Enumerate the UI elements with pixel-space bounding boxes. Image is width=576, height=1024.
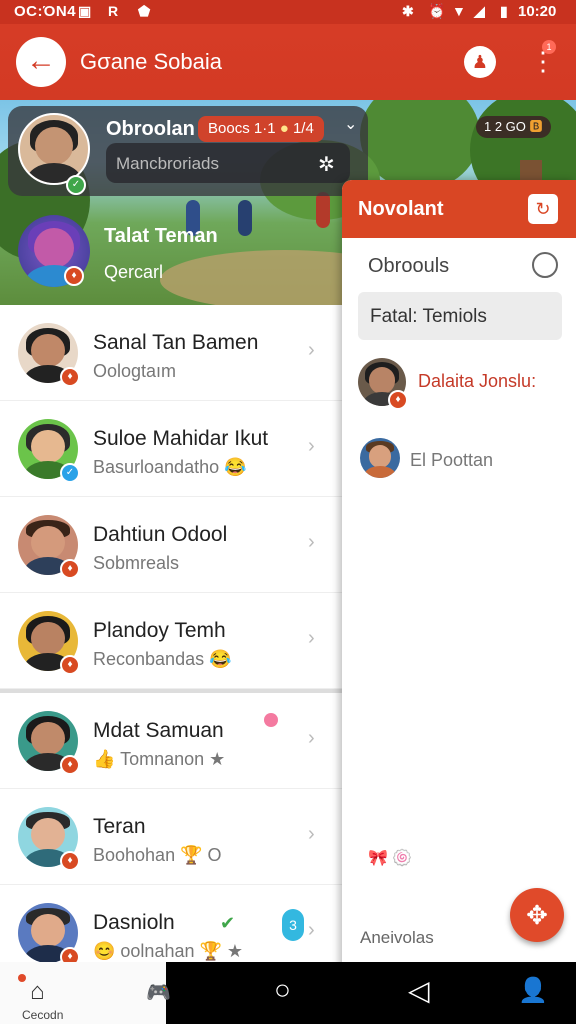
featured-chat-pill[interactable]: Boocs 1·1 ● 1/4	[198, 116, 324, 142]
search-result-2[interactable]: El Poottan	[410, 450, 493, 471]
game-badge-icon: ♦	[64, 266, 84, 286]
featured-chat-name: Obroolan	[106, 118, 195, 140]
game-badge-icon: ♦	[60, 755, 80, 775]
chevron-right-icon: ›	[308, 823, 315, 845]
bluetooth-icon: ✱	[402, 3, 414, 19]
game-badge-icon: ♦	[388, 390, 408, 410]
home-tab-label: Cecodn	[22, 1008, 64, 1022]
home-circle-icon[interactable]: ○	[274, 974, 291, 1006]
unread-dot	[264, 713, 278, 727]
wifi-icon: ▼	[452, 3, 466, 19]
game-badge-icon: ♦	[60, 367, 80, 387]
chevron-right-icon: ›	[308, 339, 315, 361]
game-badge-icon: ♦	[60, 655, 80, 675]
contact-name: Teran	[93, 815, 146, 838]
contact-status: 😊 oolnahan 🏆 ★	[93, 941, 244, 961]
message-input-text: Mancbroriads	[116, 154, 219, 173]
menu-button[interactable]: ⋮ 1	[530, 40, 556, 82]
notification-dot	[18, 974, 26, 982]
list-item[interactable]: ♦ Sanal Tan Bamen Oologtaım ›	[0, 305, 342, 401]
back-button[interactable]: ←	[16, 37, 66, 87]
contact-status: Sobmreals	[93, 553, 180, 573]
chevron-down-icon[interactable]: ⌄	[344, 114, 357, 134]
notification-badge: 1	[542, 40, 556, 54]
online-check-icon: ✓	[66, 175, 86, 195]
tab-friends[interactable]: Obroouls	[368, 255, 449, 278]
verified-icon: ✓	[60, 463, 80, 483]
list-item[interactable]: ♦ Mdat Samuan 👍 Tomnanon ★ ›	[0, 693, 342, 789]
chevron-right-icon: ›	[308, 919, 315, 941]
contact-name: Mdat Samuan	[93, 719, 224, 742]
contact-name: Sanal Tan Bamen	[93, 331, 259, 354]
alarm-icon: ⏰	[428, 3, 446, 19]
side-panel-footer[interactable]: Aneivolas	[360, 928, 434, 948]
chevron-right-icon: ›	[308, 627, 315, 649]
game-badge-icon: ♦	[60, 851, 80, 871]
side-panel: Novolant ↻ Obroouls Fatal: Temiols ♦ Dal…	[342, 180, 576, 970]
search-result-1[interactable]: Dalaita Jonslu:	[418, 371, 536, 392]
refresh-icon[interactable]: ↻	[528, 194, 558, 224]
status-left-text: OC:ΌΝ4	[14, 3, 77, 20]
status-time: 10:20	[518, 3, 557, 20]
contact-status: Reconbandas 😂	[93, 649, 232, 669]
search-input-value: Fatal: Temiols	[370, 306, 487, 327]
list-item[interactable]: ♦ Teran Boohohan 🏆 O ›	[0, 789, 342, 885]
robot-icon[interactable]: ♟	[464, 46, 496, 78]
profile-icon[interactable]: 👤	[518, 976, 548, 1005]
side-panel-header: Novolant ↻	[342, 180, 576, 238]
avatar	[18, 113, 90, 185]
chevron-right-icon: ›	[308, 435, 315, 457]
status-bar: OC:ΌΝ4 ▣ R ⬟ ✱ ⏰ ▼ ◢ ▮ 10:20	[0, 0, 576, 24]
list-item[interactable]: ✓ Suloe Mahidar Ikut Basurloandatho 😂 ›	[0, 401, 342, 497]
contact-name: Plandoy Temh	[93, 619, 226, 642]
contact-status: 👍 Tomnanon ★	[93, 749, 226, 769]
featured-chat-2-sub: Qercarl	[104, 262, 164, 282]
contact-status: Basurloandatho 😂	[93, 457, 247, 477]
contact-name: Suloe Mahidar Ikut	[93, 427, 269, 450]
signal-icon: ◢	[474, 3, 485, 19]
list-item[interactable]: ♦ Dahtiun Odool Sobmreals ›	[0, 497, 342, 593]
app-bar: ← Gσane Sobaia ♟ ⋮ 1	[0, 24, 576, 100]
side-panel-title: Novolant	[358, 198, 444, 220]
fab-button[interactable]: ✥	[510, 888, 564, 942]
back-triangle-icon[interactable]: ◁	[408, 974, 430, 1007]
list-item[interactable]: ♦ Plandoy Temh Reconbandas 😂 ›	[0, 593, 342, 689]
battery-icon: ▮	[500, 3, 508, 19]
emoji-row: 🎀 🍥	[368, 850, 413, 867]
contact-status: Oologtaım	[93, 361, 177, 381]
score-counter: 1 2 GO 🅱	[476, 116, 551, 138]
sparkle-icon[interactable]: ✲	[318, 152, 335, 177]
game-badge-icon: ♦	[60, 559, 80, 579]
check-icon: ✔	[220, 913, 236, 933]
avatar	[360, 438, 400, 478]
game-controller-icon[interactable]: 🎮	[146, 980, 171, 1005]
featured-chat-2-name[interactable]: Talat Teman	[104, 225, 218, 248]
count-badge: 3	[282, 909, 304, 941]
home-icon[interactable]: ⌂	[30, 978, 45, 1006]
page-title: Gσane Sobaia	[80, 49, 223, 74]
contact-name: Dahtiun Odool	[93, 523, 228, 546]
photo-icon: ▣	[78, 3, 92, 19]
contact-status: Boohohan 🏆 O	[93, 845, 222, 865]
contact-list: ♦ Sanal Tan Bamen Oologtaım › ✓ Suloe Ma…	[0, 305, 342, 967]
r-icon: R	[108, 3, 119, 19]
contact-name: Dasnioln	[93, 911, 175, 934]
chevron-right-icon: ›	[308, 727, 315, 749]
chevron-right-icon: ›	[308, 531, 315, 553]
shield-icon: ⬟	[138, 3, 151, 19]
person-icon[interactable]	[532, 252, 558, 278]
